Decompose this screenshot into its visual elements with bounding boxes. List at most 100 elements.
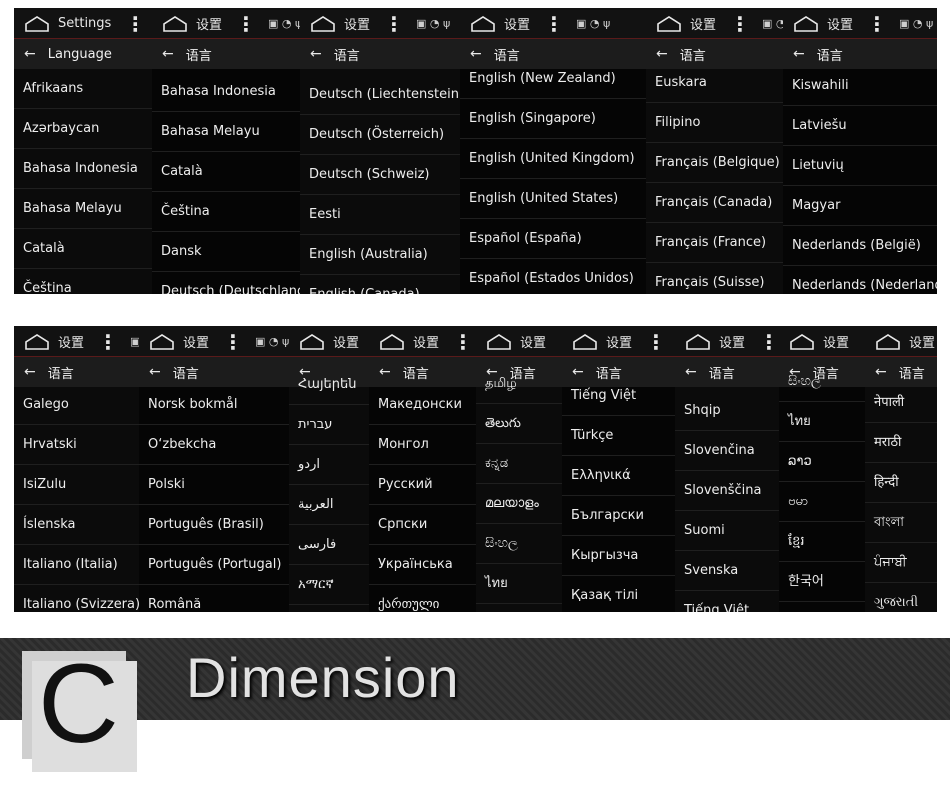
language-list-item[interactable]: ქართული: [369, 585, 476, 612]
language-list-item[interactable]: اردو: [289, 445, 369, 485]
language-list-item[interactable]: ਪੰਜਾਬੀ: [865, 543, 937, 583]
home-icon[interactable]: [162, 15, 188, 33]
overflow-menu-icon[interactable]: ⋮: [759, 332, 779, 352]
back-arrow-icon[interactable]: ←: [24, 46, 36, 62]
home-icon[interactable]: [572, 333, 598, 351]
language-list-item[interactable]: 한국어: [779, 562, 865, 602]
language-list-item[interactable]: বাংলা: [865, 503, 937, 543]
language-list-item[interactable]: മലയാളം: [476, 484, 562, 524]
language-list-item[interactable]: Bahasa Indonesia: [152, 72, 300, 112]
language-list-item[interactable]: Euskara: [646, 63, 783, 103]
language-list-item[interactable]: Deutsch (Liechtenstein): [300, 75, 460, 115]
language-list-item[interactable]: Српски: [369, 505, 476, 545]
language-list-item[interactable]: हिन्दी: [865, 463, 937, 503]
back-arrow-icon[interactable]: ←: [162, 46, 174, 62]
language-list-item[interactable]: සිංහල: [476, 524, 562, 564]
language-list-item[interactable]: Italiano (Italia): [14, 545, 139, 585]
home-icon[interactable]: [685, 333, 711, 351]
language-list-item[interactable]: Tiếng Việt: [675, 591, 779, 612]
home-icon[interactable]: [299, 333, 325, 351]
language-list-item[interactable]: Македонски: [369, 385, 476, 425]
language-list-item[interactable]: Bahasa Melayu: [14, 189, 152, 229]
language-list-item[interactable]: English (Australia): [300, 235, 460, 275]
home-icon[interactable]: [793, 15, 819, 33]
language-list-item[interactable]: Magyar: [783, 186, 937, 226]
language-list-item[interactable]: Кыргызча: [562, 536, 675, 576]
language-list-item[interactable]: Català: [14, 229, 152, 269]
language-list-item[interactable]: Deutsch (Österreich): [300, 115, 460, 155]
language-list-item[interactable]: తెలుగు: [476, 404, 562, 444]
language-list-item[interactable]: Français (Belgique): [646, 143, 783, 183]
language-list-item[interactable]: Français (Canada): [646, 183, 783, 223]
home-icon[interactable]: [656, 15, 682, 33]
language-list-item[interactable]: ဗမာ: [779, 482, 865, 522]
language-list-item[interactable]: ລາວ: [779, 442, 865, 482]
back-arrow-icon[interactable]: ←: [875, 364, 887, 380]
language-list-item[interactable]: Kiswahili: [783, 66, 937, 106]
language-list-item[interactable]: Suomi: [675, 511, 779, 551]
language-list-item[interactable]: मराठी: [865, 423, 937, 463]
language-list-item[interactable]: Svenska: [675, 551, 779, 591]
language-list-item[interactable]: Čeština: [152, 192, 300, 232]
language-list-item[interactable]: Ελληνικά: [562, 456, 675, 496]
overflow-menu-icon[interactable]: ⋮: [98, 332, 118, 352]
language-list-item[interactable]: English (Singapore): [460, 99, 646, 139]
language-list-item[interactable]: Hrvatski: [14, 425, 139, 465]
language-list-item[interactable]: Čeština: [14, 269, 152, 294]
language-list-item[interactable]: Slovenčina: [675, 431, 779, 471]
language-list-item[interactable]: ខ្មែរ: [779, 522, 865, 562]
language-list-item[interactable]: Español (Estados Unidos): [460, 259, 646, 294]
language-list-item[interactable]: Filipino: [646, 103, 783, 143]
language-list-item[interactable]: Galego: [14, 385, 139, 425]
language-list-item[interactable]: English (United Kingdom): [460, 139, 646, 179]
language-list-item[interactable]: English (United States): [460, 179, 646, 219]
overflow-menu-icon[interactable]: ⋮: [544, 14, 564, 34]
language-list-item[interactable]: Русский: [369, 465, 476, 505]
language-list-item[interactable]: ไทย: [779, 402, 865, 442]
language-list-item[interactable]: ไทย: [476, 564, 562, 604]
language-list-item[interactable]: ગુજરાતી: [865, 583, 937, 612]
language-list-item[interactable]: Deutsch (Deutschland): [152, 272, 300, 294]
back-arrow-icon[interactable]: ←: [685, 364, 697, 380]
language-list-item[interactable]: Қазақ тілі: [562, 576, 675, 612]
back-arrow-icon[interactable]: ←: [793, 46, 805, 62]
language-list-item[interactable]: Português (Brasil): [139, 505, 289, 545]
home-icon[interactable]: [149, 333, 175, 351]
language-list-item[interactable]: Bahasa Melayu: [152, 112, 300, 152]
language-list-item[interactable]: Lietuvių: [783, 146, 937, 186]
language-list-item[interactable]: தமிழ்: [476, 364, 562, 404]
home-icon[interactable]: [875, 333, 901, 351]
language-list-item[interactable]: Latviešu: [783, 106, 937, 146]
home-icon[interactable]: [486, 333, 512, 351]
overflow-menu-icon[interactable]: ⋮: [730, 14, 750, 34]
language-list-item[interactable]: Հայերեն: [289, 365, 369, 405]
overflow-menu-icon[interactable]: ⋮: [867, 14, 887, 34]
language-list-item[interactable]: नेपाली: [865, 383, 937, 423]
language-list-item[interactable]: Français (France): [646, 223, 783, 263]
language-list-item[interactable]: සිංහල: [779, 362, 865, 402]
back-arrow-icon[interactable]: ←: [310, 46, 322, 62]
language-list-item[interactable]: O‘zbekcha: [139, 425, 289, 465]
language-list-item[interactable]: Polski: [139, 465, 289, 505]
language-list-item[interactable]: English (Canada): [300, 275, 460, 294]
language-list-item[interactable]: Nederlands (Nederland): [783, 266, 937, 294]
home-icon[interactable]: [789, 333, 815, 351]
language-list-item[interactable]: Bahasa Indonesia: [14, 149, 152, 189]
language-list-item[interactable]: Italiano (Svizzera): [14, 585, 139, 612]
language-list-item[interactable]: Tiếng Việt: [562, 376, 675, 416]
back-arrow-icon[interactable]: ←: [656, 46, 668, 62]
language-list-item[interactable]: Nederlands (België): [783, 226, 937, 266]
home-icon[interactable]: [470, 15, 496, 33]
overflow-menu-icon[interactable]: ⋮: [646, 332, 666, 352]
language-list-item[interactable]: Eesti: [300, 195, 460, 235]
language-list-item[interactable]: Dansk: [152, 232, 300, 272]
overflow-menu-icon[interactable]: ⋮: [223, 332, 243, 352]
language-list-item[interactable]: አማርኛ: [289, 565, 369, 605]
language-list-item[interactable]: Deutsch (Schweiz): [300, 155, 460, 195]
home-icon[interactable]: [379, 333, 405, 351]
language-list-item[interactable]: English (New Zealand): [460, 59, 646, 99]
language-list-item[interactable]: Afrikaans: [14, 69, 152, 109]
overflow-menu-icon[interactable]: ⋮: [236, 14, 256, 34]
overflow-menu-icon[interactable]: ⋮: [384, 14, 404, 34]
overflow-menu-icon[interactable]: ⋮: [453, 332, 473, 352]
